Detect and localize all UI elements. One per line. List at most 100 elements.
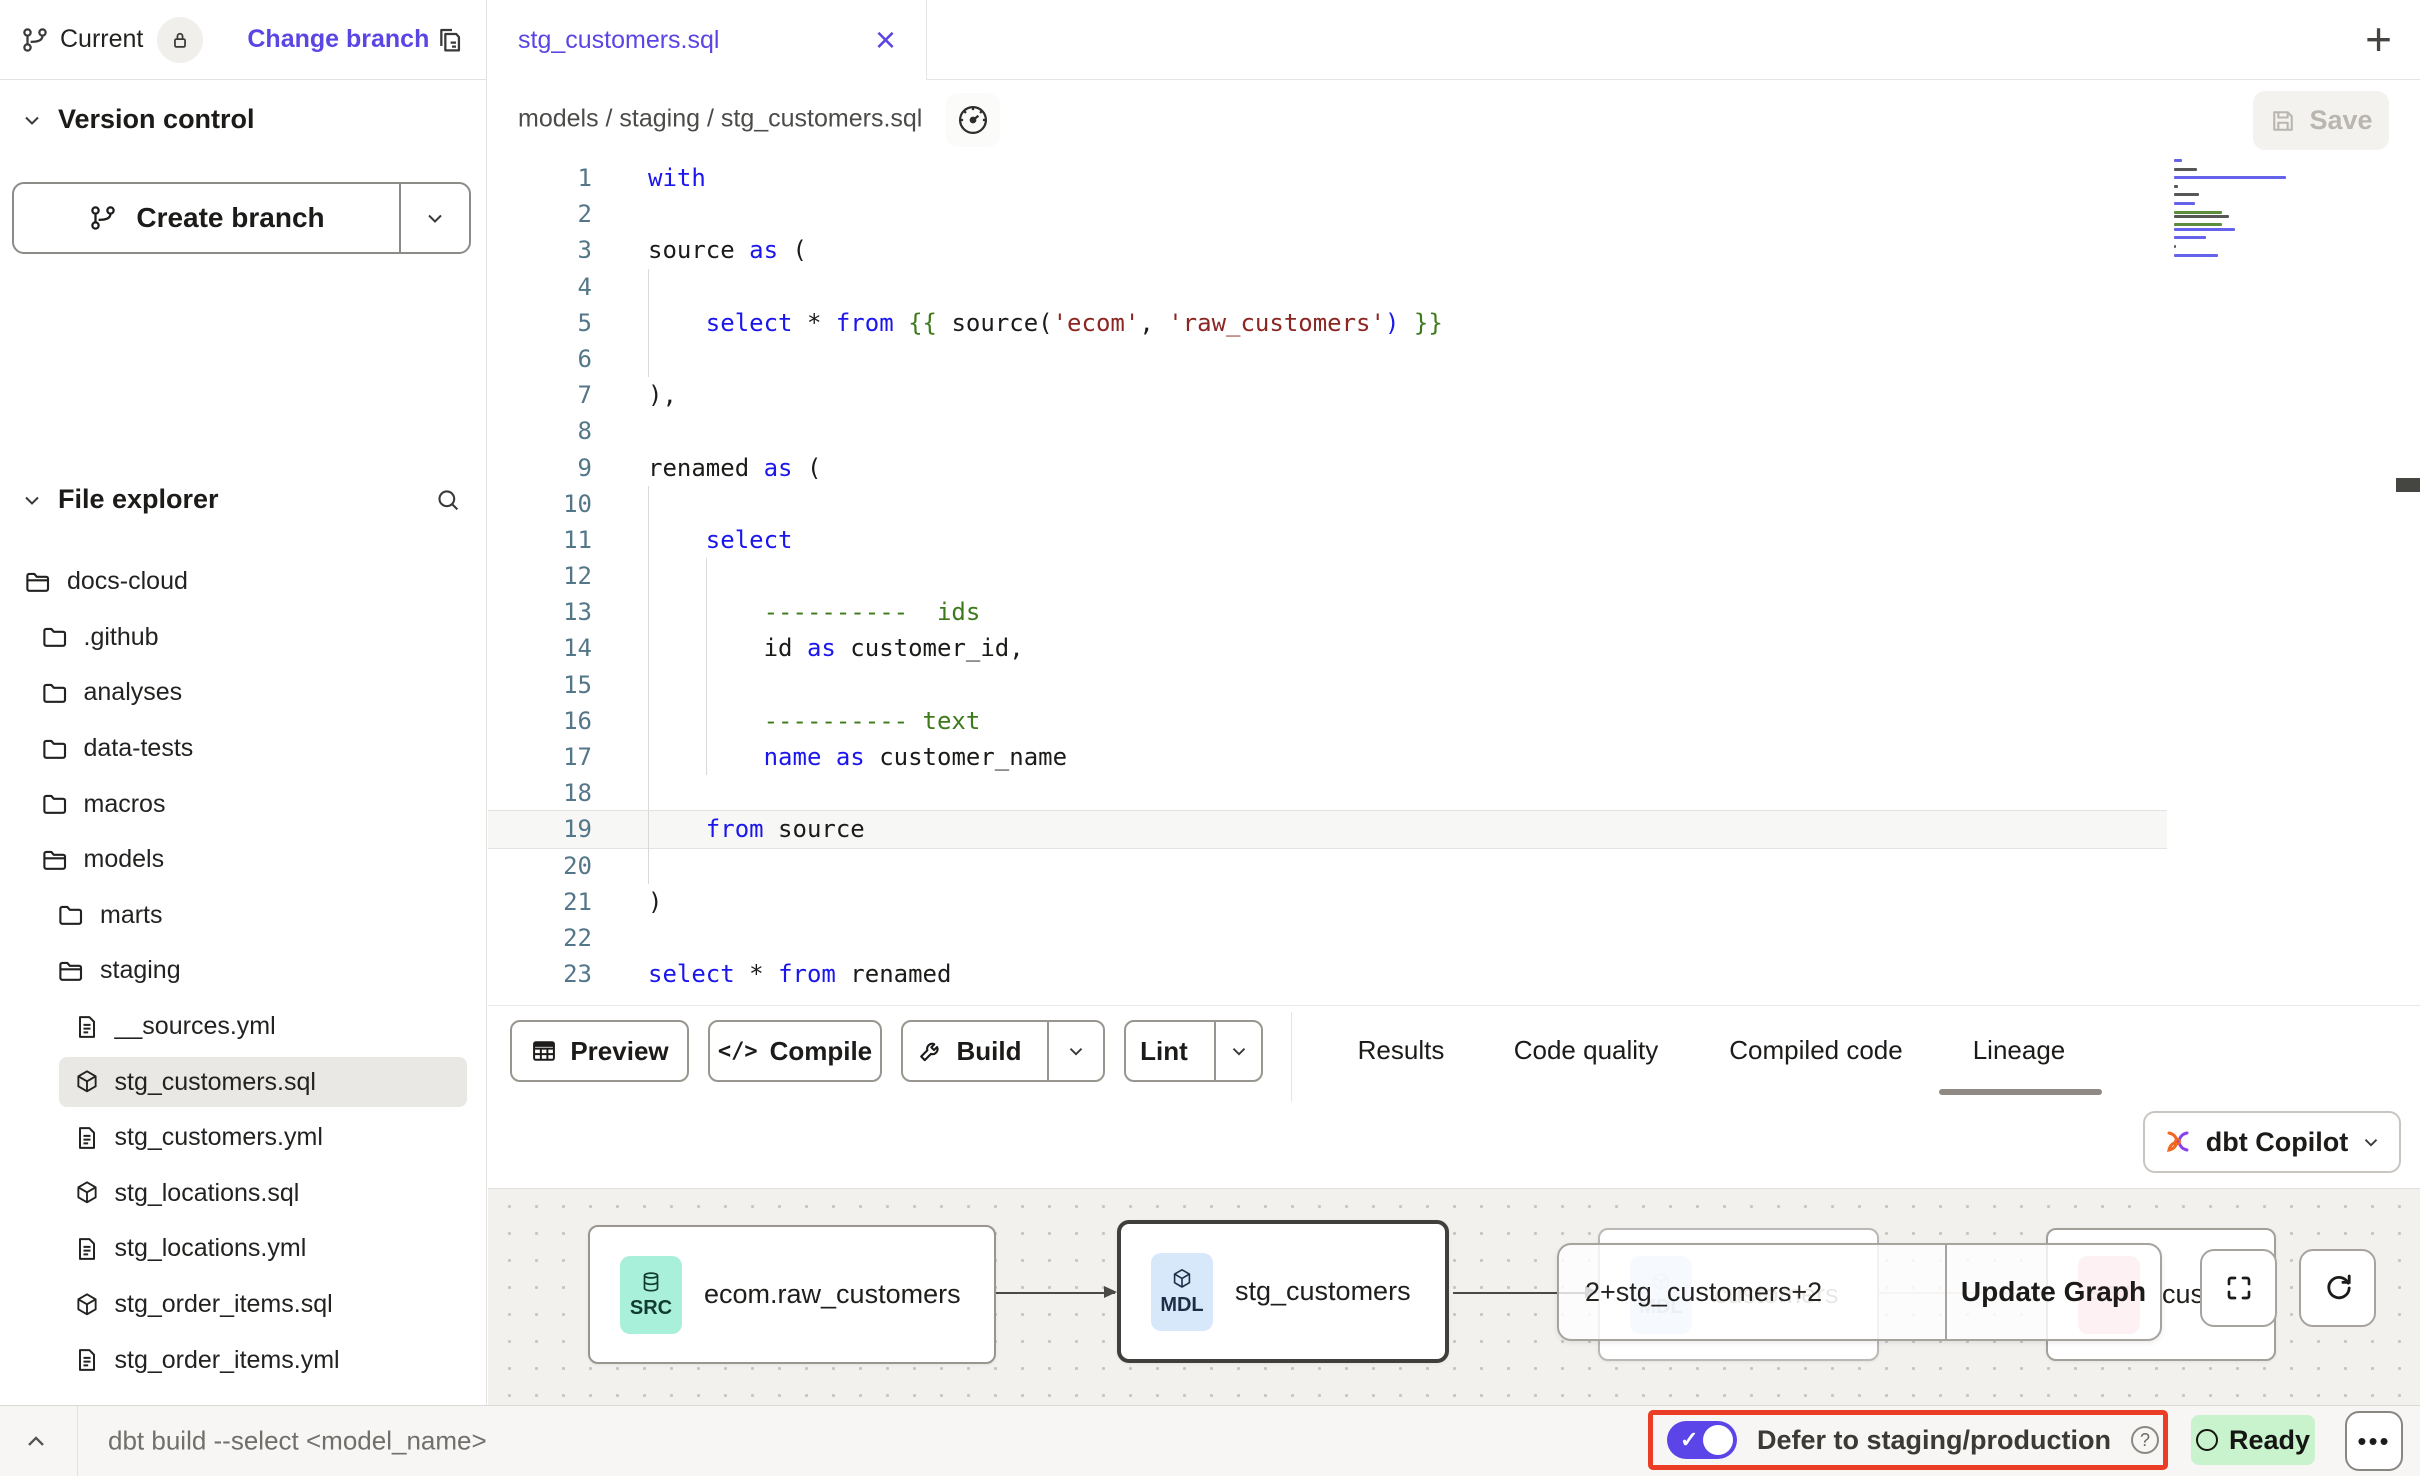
lineage-node-stg-customers[interactable]: MDL stg_customers bbox=[1117, 1220, 1449, 1363]
tab-results[interactable]: Results bbox=[1358, 1035, 1445, 1066]
file-tree-item[interactable]: .github bbox=[0, 610, 486, 666]
code-line[interactable]: 4 bbox=[488, 269, 2420, 305]
file-tree-item[interactable]: models bbox=[0, 832, 486, 888]
code-line[interactable]: 17 name as customer_name bbox=[488, 739, 2420, 775]
active-tab-underline bbox=[1939, 1089, 2102, 1095]
code-line[interactable]: 3source as ( bbox=[488, 232, 2420, 268]
code-line[interactable]: 9renamed as ( bbox=[488, 450, 2420, 486]
lineage-node-source[interactable]: SRC ecom.raw_customers bbox=[588, 1225, 996, 1364]
file-tree-item[interactable]: __sources.yml bbox=[0, 999, 486, 1055]
tab-compiled-code[interactable]: Compiled code bbox=[1729, 1035, 1902, 1066]
minimap[interactable] bbox=[2174, 159, 2292, 258]
doc-icon bbox=[73, 1124, 101, 1152]
code-line[interactable]: 10 bbox=[488, 486, 2420, 522]
create-branch-button[interactable]: Create branch bbox=[12, 182, 471, 254]
doc-icon bbox=[73, 1235, 101, 1263]
create-branch-dropdown[interactable] bbox=[399, 184, 469, 252]
version-control-section[interactable]: Version control bbox=[20, 104, 462, 135]
tab-stg-customers[interactable]: stg_customers.sql × bbox=[488, 0, 927, 80]
lineage-graph[interactable]: SRC ecom.raw_customers MDL stg_customers… bbox=[488, 1188, 2420, 1405]
file-tree-item[interactable]: macros bbox=[0, 776, 486, 832]
code-line[interactable]: 7), bbox=[488, 377, 2420, 413]
file-tree-item[interactable]: marts bbox=[0, 888, 486, 944]
more-options-button[interactable]: ••• bbox=[2345, 1411, 2403, 1471]
code-line[interactable]: 19 from source bbox=[488, 811, 2420, 847]
file-tree: docs-cloud .github analysesdata-testsmacro… bbox=[0, 554, 486, 1388]
change-branch-link[interactable]: Change branch bbox=[247, 25, 429, 54]
model-icon bbox=[73, 1068, 101, 1096]
lineage-edge bbox=[996, 1292, 1115, 1294]
code-line[interactable]: 6 bbox=[488, 341, 2420, 377]
chevron-up-icon[interactable] bbox=[22, 1428, 50, 1456]
code-line[interactable]: 21) bbox=[488, 884, 2420, 920]
fullscreen-button[interactable] bbox=[2200, 1249, 2277, 1327]
code-line[interactable]: 5 select * from {{ source('ecom', 'raw_c… bbox=[488, 305, 2420, 341]
code-line[interactable]: 16 ---------- text bbox=[488, 703, 2420, 739]
file-tree-label: staging bbox=[100, 956, 181, 985]
file-tree-item[interactable]: stg_locations.yml bbox=[0, 1221, 486, 1277]
results-panel: Preview </> Compile Build Lint bbox=[488, 1005, 2420, 1188]
update-graph-button[interactable]: Update Graph bbox=[1945, 1245, 2160, 1339]
code-line[interactable]: 15 bbox=[488, 667, 2420, 703]
chevron-down-icon bbox=[20, 488, 44, 512]
chevron-down-icon bbox=[2360, 1131, 2382, 1153]
tab-code-quality[interactable]: Code quality bbox=[1514, 1035, 1659, 1066]
tab-lineage[interactable]: Lineage bbox=[1973, 1035, 2066, 1066]
file-tree-item[interactable]: docs-cloud bbox=[0, 554, 486, 610]
file-tree-label: .github bbox=[84, 623, 159, 652]
command-input[interactable]: dbt build --select <model_name> bbox=[108, 1426, 487, 1457]
code-line[interactable]: 18 bbox=[488, 775, 2420, 811]
code-line[interactable]: 8 bbox=[488, 413, 2420, 449]
defer-toggle[interactable]: ✓ bbox=[1667, 1421, 1737, 1459]
ready-label: Ready bbox=[2229, 1425, 2310, 1456]
file-tree-item[interactable]: stg_customers.yml bbox=[0, 1110, 486, 1166]
lint-button[interactable]: Lint bbox=[1124, 1020, 1263, 1082]
scrollbar-thumb[interactable] bbox=[2396, 478, 2420, 492]
dbt-copilot-button[interactable]: dbt Copilot bbox=[2143, 1111, 2401, 1173]
dbt-copilot-label: dbt Copilot bbox=[2206, 1127, 2348, 1158]
lineage-filter-bar: 2+stg_customers+2 Update Graph bbox=[1557, 1243, 2162, 1341]
doc-icon bbox=[73, 1346, 101, 1374]
file-tree-label: docs-cloud bbox=[67, 567, 188, 596]
code-line[interactable]: 1with bbox=[488, 160, 2420, 196]
lint-dropdown[interactable] bbox=[1214, 1022, 1261, 1080]
code-line[interactable]: 13 ---------- ids bbox=[488, 594, 2420, 630]
fullscreen-icon bbox=[2223, 1272, 2255, 1304]
lineage-filter-input[interactable]: 2+stg_customers+2 bbox=[1559, 1245, 1945, 1339]
code-line[interactable]: 22 bbox=[488, 920, 2420, 956]
save-button[interactable]: Save bbox=[2253, 91, 2389, 150]
code-line[interactable]: 12 bbox=[488, 558, 2420, 594]
refresh-button[interactable] bbox=[2299, 1249, 2376, 1327]
code-lines[interactable]: 1with23source as (45 select * from {{ so… bbox=[488, 160, 2420, 992]
code-icon: </> bbox=[718, 1039, 758, 1064]
build-dropdown[interactable] bbox=[1047, 1022, 1103, 1080]
gauge-icon[interactable] bbox=[946, 93, 1000, 147]
compile-button[interactable]: </> Compile bbox=[708, 1020, 882, 1082]
file-tree-item[interactable]: data-tests bbox=[0, 721, 486, 777]
check-icon: ✓ bbox=[1680, 1427, 1698, 1453]
code-line[interactable]: 11 select bbox=[488, 522, 2420, 558]
breadcrumb: models / staging / stg_customers.sql bbox=[518, 105, 922, 134]
file-tree-item[interactable]: stg_locations.sql bbox=[0, 1166, 486, 1222]
code-editor[interactable]: 1with23source as (45 select * from {{ so… bbox=[488, 157, 2420, 1005]
version-control-header: Version control bbox=[58, 104, 255, 135]
file-tree-item[interactable]: analyses bbox=[0, 665, 486, 721]
code-line[interactable]: 14 id as customer_id, bbox=[488, 630, 2420, 666]
code-line[interactable]: 23select * from renamed bbox=[488, 956, 2420, 992]
code-line[interactable]: 20 bbox=[488, 848, 2420, 884]
close-icon[interactable]: × bbox=[875, 22, 896, 58]
code-line[interactable]: 2 bbox=[488, 196, 2420, 232]
file-tree-item[interactable]: stg_customers.sql bbox=[0, 1054, 486, 1110]
file-explorer-section[interactable]: File explorer bbox=[20, 484, 462, 515]
help-icon[interactable]: ? bbox=[2131, 1426, 2159, 1454]
preview-button[interactable]: Preview bbox=[510, 1020, 689, 1082]
file-explorer-header: File explorer bbox=[58, 484, 219, 515]
file-tree-item[interactable]: stg_order_items.sql bbox=[0, 1277, 486, 1333]
search-icon[interactable] bbox=[434, 486, 462, 514]
tab-bar: stg_customers.sql × + bbox=[488, 0, 2420, 80]
copy-icon[interactable] bbox=[434, 24, 466, 56]
new-tab-button[interactable]: + bbox=[2365, 12, 2392, 66]
build-button[interactable]: Build bbox=[901, 1020, 1105, 1082]
file-tree-item[interactable]: staging bbox=[0, 943, 486, 999]
file-tree-item[interactable]: stg_order_items.yml bbox=[0, 1332, 486, 1388]
